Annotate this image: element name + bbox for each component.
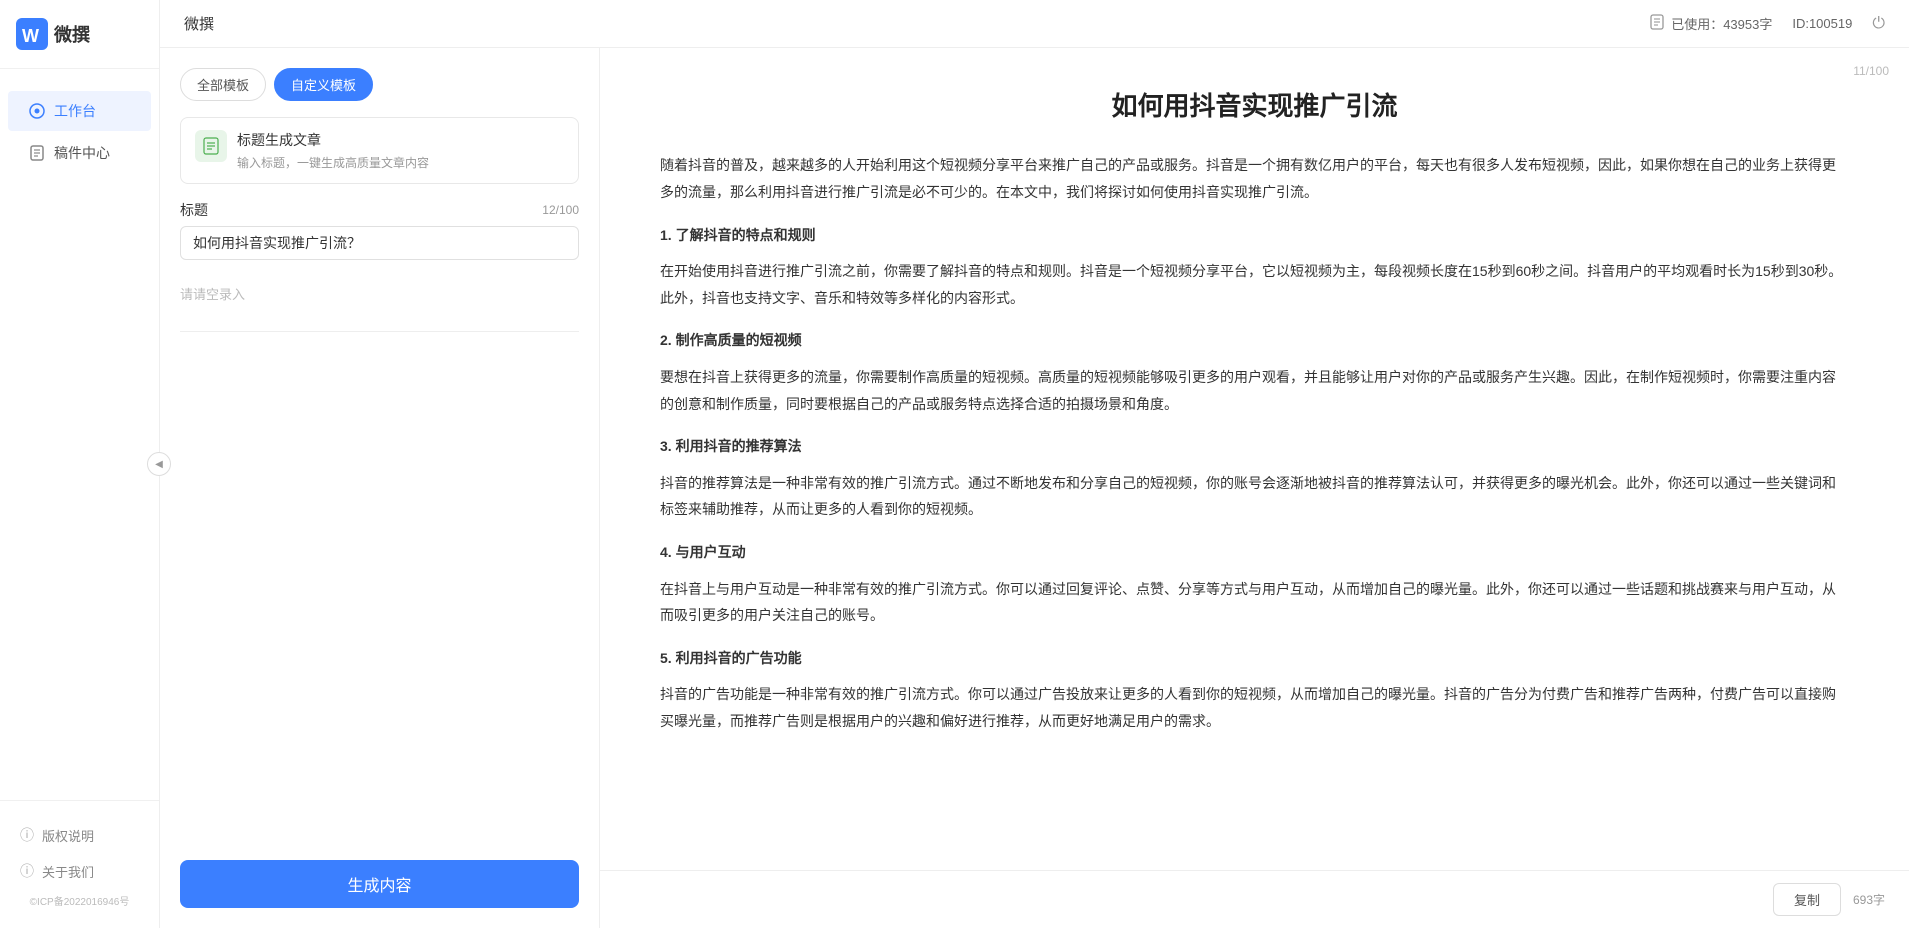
- usage-label: 已使用：43953字: [1671, 14, 1772, 33]
- extra-placeholder: 请请空录入: [180, 276, 579, 311]
- title-char-count: 12/100: [542, 203, 579, 217]
- section-4-heading: 4. 与用户互动: [660, 539, 1849, 566]
- template-card[interactable]: 标题生成文章 输入标题，一键生成高质量文章内容: [180, 117, 579, 184]
- sidebar-item-copyright[interactable]: ⓘ 版权说明: [0, 817, 159, 853]
- usage-icon: [1649, 14, 1665, 33]
- word-count: 693字: [1853, 891, 1885, 908]
- article-intro: 随着抖音的普及，越来越多的人开始利用这个短视频分享平台来推广自己的产品或服务。抖…: [660, 152, 1849, 205]
- header-right: 已使用：43953字 ID:100519 ⏻: [1649, 14, 1885, 33]
- section-5-content: 抖音的广告功能是一种非常有效的推广引流方式。你可以通过广告投放来让更多的人看到你…: [660, 681, 1849, 734]
- page-counter: 11/100: [1853, 64, 1889, 78]
- title-label-row: 标题 12/100: [180, 200, 579, 220]
- title-input[interactable]: [180, 226, 579, 260]
- sidebar-item-drafts[interactable]: 稿件中心: [8, 133, 151, 173]
- article-container: 11/100 如何用抖音实现推广引流 随着抖音的普及，越来越多的人开始利用这个短…: [600, 48, 1909, 870]
- icp-text: ©ICP备2022016946号: [0, 889, 159, 912]
- sidebar-item-workspace[interactable]: 工作台: [8, 91, 151, 131]
- section-3-heading: 3. 利用抖音的推荐算法: [660, 433, 1849, 460]
- workspace-label: 工作台: [54, 101, 96, 121]
- template-card-icon: [195, 130, 227, 162]
- section-1-heading: 1. 了解抖音的特点和规则: [660, 222, 1849, 249]
- collapse-sidebar-button[interactable]: ◀: [147, 452, 171, 476]
- right-panel: 11/100 如何用抖音实现推广引流 随着抖音的普及，越来越多的人开始利用这个短…: [600, 48, 1909, 928]
- form-divider: [180, 331, 579, 332]
- logo-area: W 微撰: [0, 0, 159, 69]
- title-form-group: 标题 12/100: [180, 200, 579, 260]
- article-footer: 复制 693字: [600, 870, 1909, 928]
- title-label: 标题: [180, 200, 208, 220]
- section-5-heading: 5. 利用抖音的广告功能: [660, 645, 1849, 672]
- section-4-content: 在抖音上与用户互动是一种非常有效的推广引流方式。你可以通过回复评论、点赞、分享等…: [660, 576, 1849, 629]
- copyright-label: 版权说明: [42, 826, 94, 845]
- header: 微撰 已使用：43953字 ID:100519 ⏻: [160, 0, 1909, 48]
- power-button[interactable]: ⏻: [1872, 15, 1885, 33]
- article-body: 随着抖音的普及，越来越多的人开始利用这个短视频分享平台来推广自己的产品或服务。抖…: [660, 152, 1849, 734]
- logo-icon: W: [16, 18, 48, 50]
- header-title: 微撰: [184, 13, 214, 34]
- generate-button[interactable]: 生成内容: [180, 860, 579, 908]
- main-area: 微撰 已使用：43953字 ID:100519 ⏻: [160, 0, 1909, 928]
- tab-all-templates[interactable]: 全部模板: [180, 68, 266, 101]
- id-label: ID:100519: [1792, 16, 1852, 31]
- nav-items: 工作台 稿件中心: [0, 69, 159, 800]
- tab-custom-templates[interactable]: 自定义模板: [274, 68, 373, 101]
- workspace-icon: [28, 102, 46, 120]
- tab-bar: 全部模板 自定义模板: [180, 68, 579, 101]
- drafts-label: 稿件中心: [54, 143, 110, 163]
- sidebar-item-about[interactable]: ⓘ 关于我们: [0, 853, 159, 889]
- section-2-heading: 2. 制作高质量的短视频: [660, 327, 1849, 354]
- section-1-content: 在开始使用抖音进行推广引流之前，你需要了解抖音的特点和规则。抖音是一个短视频分享…: [660, 258, 1849, 311]
- usage-info: 已使用：43953字: [1649, 14, 1772, 33]
- content-split: 全部模板 自定义模板 标题生成文章 输入标题，一键生成高质量文章内容: [160, 48, 1909, 928]
- section-3-content: 抖音的推荐算法是一种非常有效的推广引流方式。通过不断地发布和分享自己的短视频，你…: [660, 470, 1849, 523]
- copyright-icon: ⓘ: [20, 825, 34, 845]
- drafts-icon: [28, 144, 46, 162]
- copy-button[interactable]: 复制: [1773, 883, 1841, 916]
- template-info: 标题生成文章 输入标题，一键生成高质量文章内容: [237, 130, 564, 171]
- sidebar-bottom: ⓘ 版权说明 ⓘ 关于我们 ©ICP备2022016946号: [0, 800, 159, 928]
- sidebar: W 微撰 工作台 稿件中心: [0, 0, 160, 928]
- extra-form-group: 请请空录入: [180, 276, 579, 311]
- section-2-content: 要想在抖音上获得更多的流量，你需要制作高质量的短视频。高质量的短视频能够吸引更多…: [660, 364, 1849, 417]
- template-name: 标题生成文章: [237, 130, 564, 150]
- template-desc: 输入标题，一键生成高质量文章内容: [237, 154, 564, 171]
- article-title: 如何用抖音实现推广引流: [660, 88, 1849, 124]
- svg-text:W: W: [22, 26, 39, 46]
- about-label: 关于我们: [42, 862, 94, 881]
- app-name: 微撰: [54, 21, 90, 47]
- left-panel: 全部模板 自定义模板 标题生成文章 输入标题，一键生成高质量文章内容: [160, 48, 600, 928]
- about-icon: ⓘ: [20, 861, 34, 881]
